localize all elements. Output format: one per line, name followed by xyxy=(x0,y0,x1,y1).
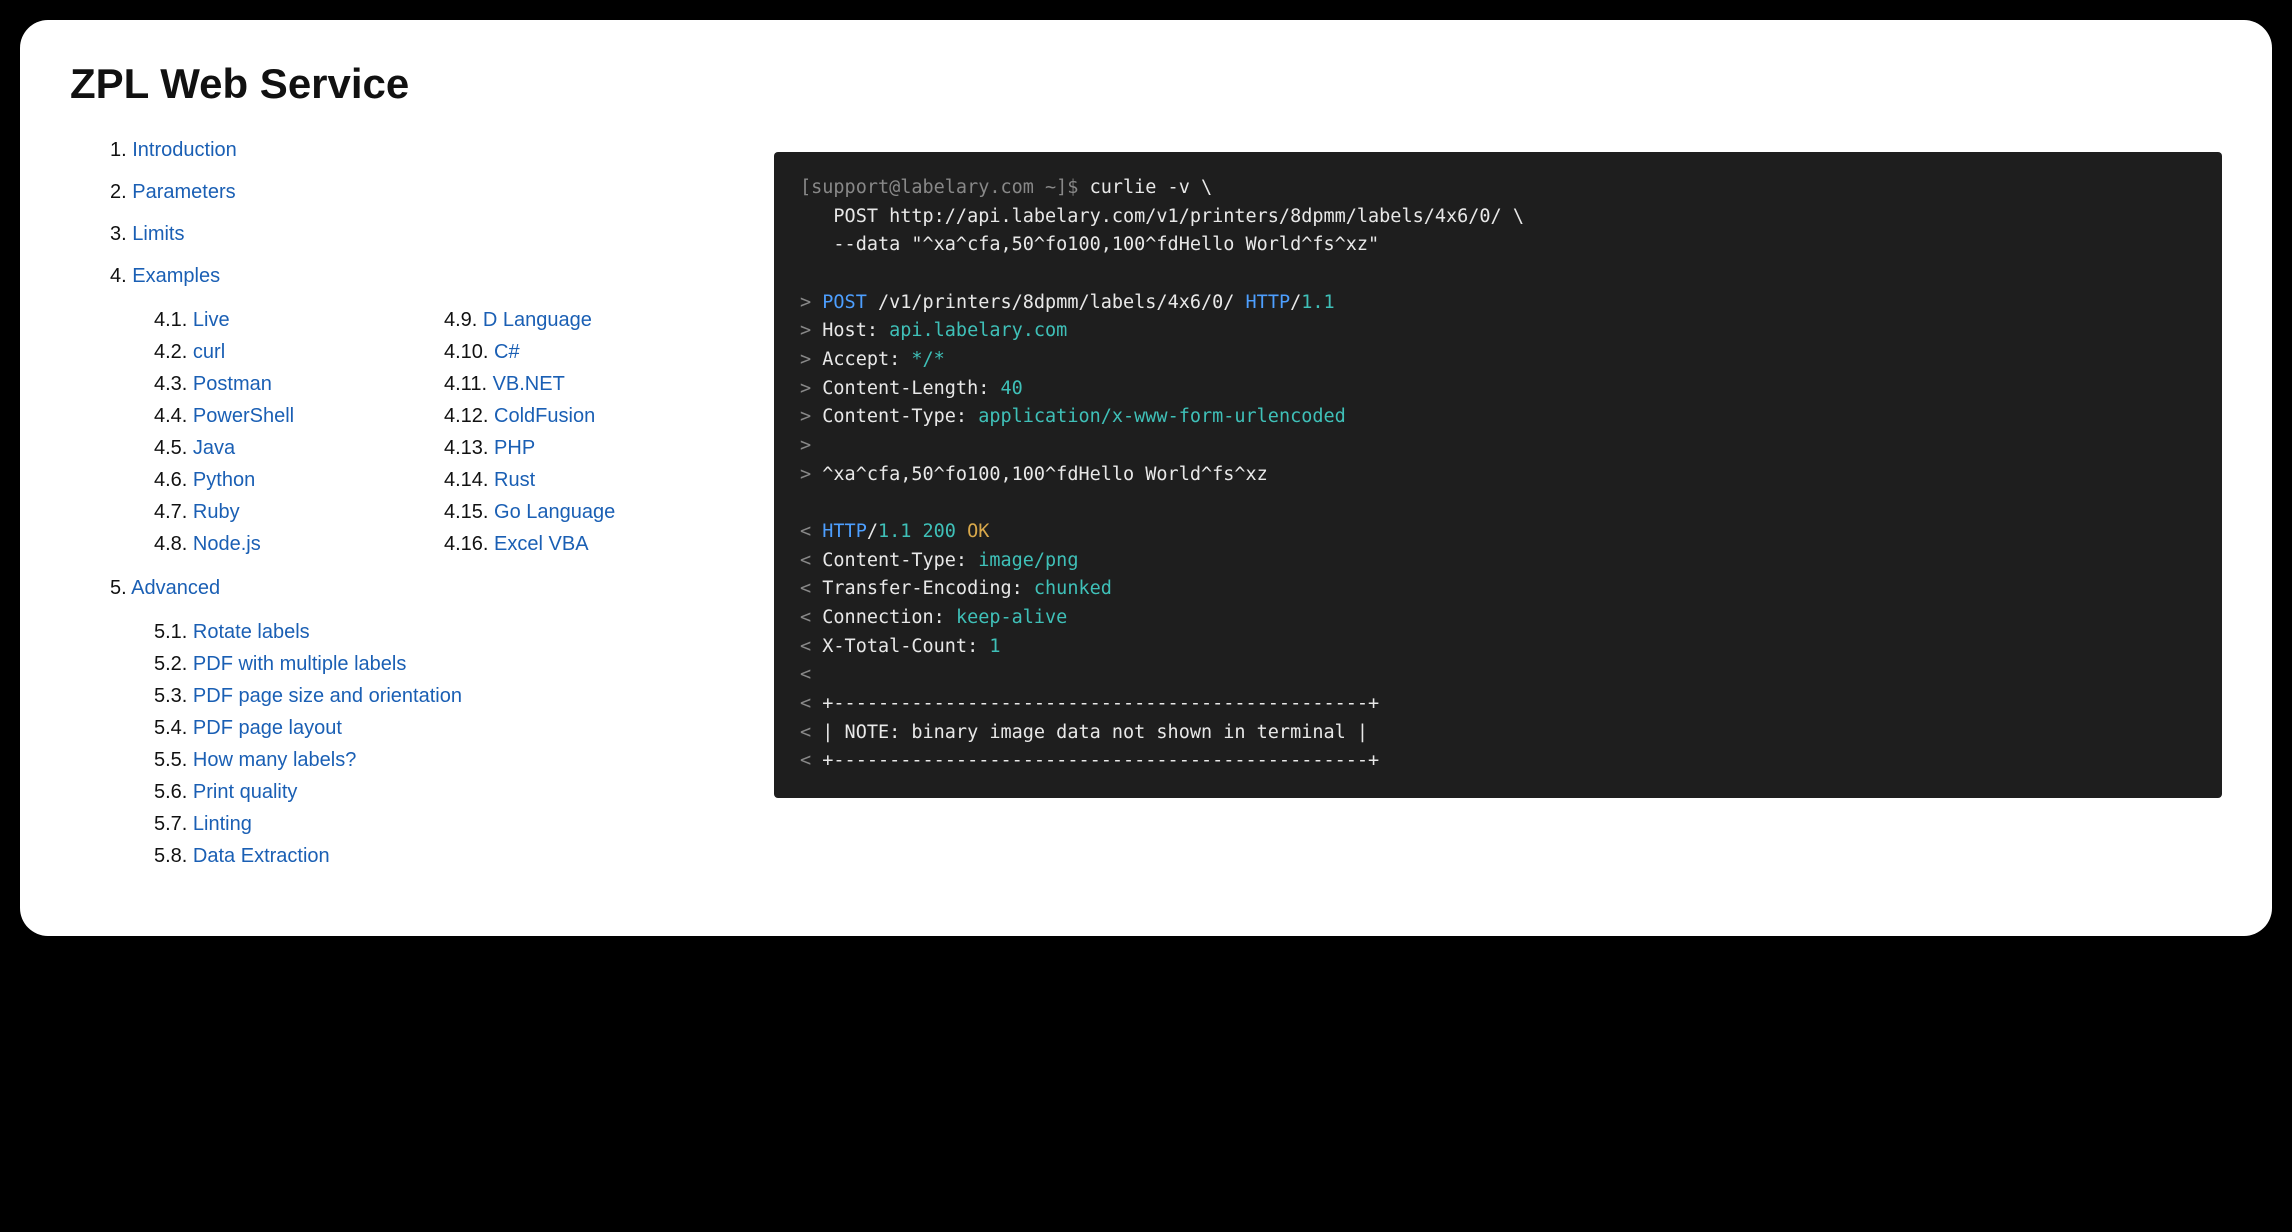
left-column: ZPL Web Service Introduction Parameters Li… xyxy=(70,60,734,886)
toc-sublink[interactable]: C# xyxy=(494,341,520,363)
toc-sublist: 5.1. Rotate labels5.2. PDF with multiple… xyxy=(110,616,734,872)
toc-subitem: 5.2. PDF with multiple labels xyxy=(154,648,734,680)
toc-subitem: 5.4. PDF page layout xyxy=(154,712,734,744)
content-card: ZPL Web Service Introduction Parameters Li… xyxy=(20,20,2272,936)
terminal-output: [support@labelary.com ~]$ curlie -v \ PO… xyxy=(774,152,2222,798)
toc-sublink[interactable]: D Language xyxy=(483,309,592,331)
toc-sublink[interactable]: curl xyxy=(193,341,225,363)
toc-subitem: 4.12. ColdFusion xyxy=(444,400,734,432)
toc-sublink[interactable]: Rust xyxy=(494,469,535,491)
toc-link[interactable]: Examples xyxy=(132,265,220,287)
toc-sublink[interactable]: Rotate labels xyxy=(193,621,310,643)
toc-subitem: 4.9. D Language xyxy=(444,304,734,336)
toc-sublink[interactable]: Ruby xyxy=(193,501,240,523)
toc-subitem: 4.2. curl xyxy=(154,336,444,368)
toc-link[interactable]: Limits xyxy=(132,223,184,245)
toc-sublink[interactable]: Postman xyxy=(193,373,272,395)
toc-link[interactable]: Introduction xyxy=(132,139,237,161)
toc-subitem: 5.3. PDF page size and orientation xyxy=(154,680,734,712)
toc-subitem: 5.6. Print quality xyxy=(154,776,734,808)
toc-item: Examples4.1. Live4.2. curl4.3. Postman4.… xyxy=(110,262,734,560)
toc-link[interactable]: Parameters xyxy=(132,181,235,203)
toc-subitem: 4.5. Java xyxy=(154,432,444,464)
toc-link[interactable]: Advanced xyxy=(131,577,220,599)
toc-sublink[interactable]: PDF page size and orientation xyxy=(193,685,462,707)
toc-subitem: 5.1. Rotate labels xyxy=(154,616,734,648)
toc-sublink[interactable]: PHP xyxy=(494,437,535,459)
toc-subitem: 4.15. Go Language xyxy=(444,496,734,528)
toc-subitem: 4.4. PowerShell xyxy=(154,400,444,432)
toc-sublink[interactable]: PDF page layout xyxy=(193,717,342,739)
toc-sublink[interactable]: PowerShell xyxy=(193,405,294,427)
toc-sublink[interactable]: Excel VBA xyxy=(494,533,588,555)
toc-subitem: 4.3. Postman xyxy=(154,368,444,400)
toc-subitem: 5.5. How many labels? xyxy=(154,744,734,776)
toc-item: Introduction xyxy=(110,136,734,164)
toc-subitem: 4.14. Rust xyxy=(444,464,734,496)
toc-sublink[interactable]: ColdFusion xyxy=(494,405,595,427)
toc-sublink[interactable]: PDF with multiple labels xyxy=(193,653,406,675)
toc-item: Parameters xyxy=(110,178,734,206)
toc-subitem: 4.6. Python xyxy=(154,464,444,496)
toc-sublink[interactable]: Go Language xyxy=(494,501,615,523)
toc-sublink[interactable]: Node.js xyxy=(193,533,261,555)
right-column: [support@labelary.com ~]$ curlie -v \ PO… xyxy=(774,60,2222,886)
toc-subitem: 4.1. Live xyxy=(154,304,444,336)
toc-subitem: 4.8. Node.js xyxy=(154,528,444,560)
toc-sublink[interactable]: Python xyxy=(193,469,255,491)
toc-subitem: 5.8. Data Extraction xyxy=(154,840,734,872)
toc-subitem: 4.10. C# xyxy=(444,336,734,368)
page-title: ZPL Web Service xyxy=(70,60,734,108)
toc-sublink[interactable]: Linting xyxy=(193,813,252,835)
toc-sublink[interactable]: Live xyxy=(193,309,230,331)
toc-subitem: 4.16. Excel VBA xyxy=(444,528,734,560)
toc-subitem: 4.7. Ruby xyxy=(154,496,444,528)
toc-sublink[interactable]: VB.NET xyxy=(493,373,565,395)
toc-subitem: 4.13. PHP xyxy=(444,432,734,464)
toc-item: Advanced 5.1. Rotate labels5.2. PDF with … xyxy=(110,574,734,872)
toc-item: Limits xyxy=(110,220,734,248)
toc-sublink[interactable]: Data Extraction xyxy=(193,845,330,867)
toc-sublink[interactable]: Print quality xyxy=(193,781,298,803)
table-of-contents: Introduction Parameters Limits Examples 4.1.… xyxy=(70,136,734,872)
toc-sublist: 4.1. Live4.2. curl4.3. Postman4.4. Power… xyxy=(110,304,734,560)
toc-subitem: 5.7. Linting xyxy=(154,808,734,840)
toc-subitem: 4.11. VB.NET xyxy=(444,368,734,400)
toc-sublink[interactable]: Java xyxy=(193,437,235,459)
toc-sublink[interactable]: How many labels? xyxy=(193,749,356,771)
